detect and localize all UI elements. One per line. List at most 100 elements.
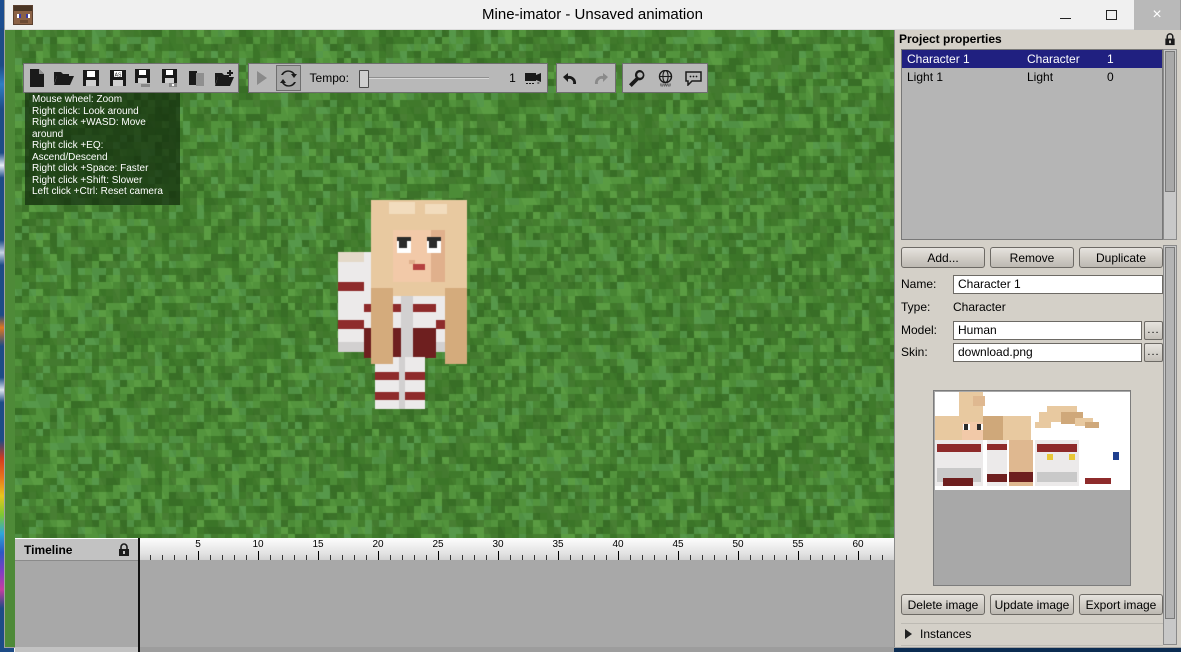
new-file-button[interactable] [25, 65, 50, 91]
timeline-track-area[interactable] [138, 560, 894, 652]
window-title: Mine-imator - Unsaved animation [5, 0, 1180, 30]
loop-button[interactable] [276, 65, 300, 91]
duplicate-button[interactable] [186, 65, 211, 91]
redo-button[interactable] [586, 65, 612, 91]
tools-toolbar: www [622, 63, 708, 93]
object-list[interactable]: Character 1 Character 1 Light 1 Light 0 [901, 49, 1163, 240]
model-label: Model: [901, 323, 953, 337]
skin-texture-canvas [934, 391, 1131, 586]
skin-browse-button[interactable]: ... [1144, 343, 1163, 362]
save-as-button[interactable]: AS [105, 65, 130, 91]
ruler-major-tick [678, 551, 679, 560]
wrench-icon[interactable] [624, 65, 650, 91]
object-type: Light [1027, 70, 1107, 84]
save-button[interactable] [79, 65, 104, 91]
ruler-label: 35 [552, 539, 563, 550]
viewport-3d[interactable]: Camera Left click: Circle around Mouse w… [15, 30, 894, 538]
model-browse-button[interactable]: ... [1144, 321, 1163, 340]
project-properties-panel: Project properties Character 1 Character… [894, 30, 1181, 647]
section-instances-label: Instances [920, 627, 971, 641]
camera-help-line: Right click: Look around [32, 106, 174, 118]
name-input[interactable] [953, 275, 1163, 294]
object-name: Light 1 [907, 70, 1027, 84]
name-label: Name: [901, 277, 953, 291]
project-properties-title: Project properties [895, 30, 1181, 49]
ruler-label: 60 [852, 539, 863, 550]
chevron-right-icon [905, 629, 912, 639]
import-button[interactable] [212, 65, 237, 91]
ruler-major-tick [318, 551, 319, 560]
ruler-major-tick [558, 551, 559, 560]
lock-icon[interactable] [1164, 33, 1176, 46]
maximize-button[interactable] [1088, 0, 1134, 30]
camera-help-line: Right click +Shift: Slower [32, 175, 174, 187]
ruler-label: 30 [492, 539, 503, 550]
ruler-label: 55 [792, 539, 803, 550]
workspace: Camera Left click: Circle around Mouse w… [5, 30, 1181, 647]
timeline-status-bar: 100% 00:00:000 [15, 647, 138, 652]
duplicate-button[interactable]: Duplicate [1079, 247, 1163, 268]
ruler-major-tick [798, 551, 799, 560]
camera-help-line: Right click +WASD: Move around [32, 117, 174, 140]
close-button[interactable]: × [1134, 0, 1180, 30]
undo-button[interactable] [558, 65, 584, 91]
object-actions: Add... Remove Duplicate [901, 247, 1163, 268]
camera-help-line: Left click +Ctrl: Reset camera [32, 186, 174, 198]
tempo-label: Tempo: [310, 71, 349, 85]
history-toolbar [556, 63, 616, 93]
ruler-label: 50 [732, 539, 743, 550]
tempo-slider-track [359, 77, 489, 79]
ruler-major-tick [858, 551, 859, 560]
skin-label: Skin: [901, 345, 953, 359]
mine-imator-window: Mine-imator - Unsaved animation × Camera… [4, 0, 1181, 648]
skin-input[interactable] [953, 343, 1142, 362]
timeline-track-labels[interactable] [15, 560, 138, 647]
ruler-label: 20 [372, 539, 383, 550]
skin-field-row: Skin: ... [901, 341, 1163, 363]
object-count: 0 [1107, 70, 1137, 84]
section-background[interactable]: Background [901, 645, 1163, 647]
add-button[interactable]: Add... [901, 247, 985, 268]
camera-help-line: Mouse wheel: Zoom [32, 94, 174, 106]
ruler-label: 40 [612, 539, 623, 550]
properties-scrollbar[interactable] [1163, 245, 1177, 645]
skin-preview-image[interactable] [933, 390, 1131, 586]
type-field-row: Type: Character [901, 296, 1163, 318]
timeline-ruler[interactable]: 5 10 15 20 25 30 35 40 45 50 55 60 [138, 538, 894, 560]
render-video-button[interactable] [522, 65, 546, 91]
tempo-slider-knob[interactable] [359, 70, 369, 88]
ruler-label: 45 [672, 539, 683, 550]
timeline-header: Timeline [15, 538, 138, 560]
export-image-button[interactable]: Export image [1079, 594, 1163, 615]
project-properties-body: Character 1 Character 1 Light 1 Light 0 [895, 49, 1181, 647]
tempo-slider[interactable] [359, 70, 480, 86]
remove-button[interactable]: Remove [990, 247, 1074, 268]
update-image-button[interactable]: Update image [990, 594, 1074, 615]
model-input[interactable] [953, 321, 1142, 340]
camera-help-line: Right click +Space: Faster [32, 163, 174, 175]
ruler-label: 15 [312, 539, 323, 550]
minimize-button[interactable] [1042, 0, 1088, 30]
ruler-label: 10 [252, 539, 263, 550]
file-toolbar: AS [23, 63, 239, 93]
object-count: 1 [1107, 52, 1137, 66]
lock-icon[interactable] [118, 543, 130, 557]
image-actions: Delete image Update image Export image [901, 594, 1163, 615]
camera-help-line: Right click +EQ: Ascend/Descend [32, 140, 174, 163]
ruler-major-tick [378, 551, 379, 560]
delete-image-button[interactable]: Delete image [901, 594, 985, 615]
play-button[interactable] [250, 65, 274, 91]
model-field-row: Model: ... [901, 319, 1163, 341]
list-item[interactable]: Character 1 Character 1 [902, 50, 1162, 68]
speech-bubble-icon[interactable] [680, 65, 706, 91]
save-all-button[interactable] [132, 65, 157, 91]
section-instances[interactable]: Instances [901, 623, 1163, 644]
list-item[interactable]: Light 1 Light 0 [902, 68, 1162, 86]
export-button[interactable] [159, 65, 184, 91]
open-file-button[interactable] [52, 65, 77, 91]
scrollbar-thumb[interactable] [1165, 51, 1175, 192]
globe-www-icon[interactable]: www [652, 65, 678, 91]
object-list-scrollbar[interactable] [1163, 49, 1177, 240]
scrollbar-thumb[interactable] [1165, 247, 1175, 619]
ruler-major-tick [498, 551, 499, 560]
